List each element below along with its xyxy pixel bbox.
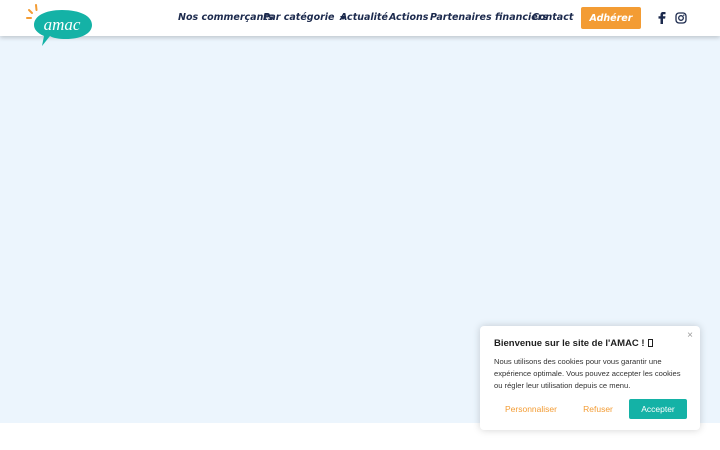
nav-item-par-categorie[interactable]: Par catégorie xyxy=(263,12,346,23)
adherer-button[interactable]: Adhérer xyxy=(581,7,641,29)
emoji-placeholder-icon xyxy=(647,339,653,347)
cookie-title-text: Bienvenue sur le site de l'AMAC ! xyxy=(494,338,645,349)
nav-item-actions[interactable]: Actions xyxy=(389,12,428,23)
instagram-icon[interactable] xyxy=(674,11,688,25)
site-header: amac Nos commerçants Par catégorie Actua… xyxy=(0,0,720,46)
cookie-banner: × Bienvenue sur le site de l'AMAC ! Nous… xyxy=(480,326,700,430)
nav-item-partenaires-financiers[interactable]: Partenaires financiers xyxy=(430,12,548,23)
personnaliser-button[interactable]: Personnaliser xyxy=(498,399,564,419)
nav-item-par-categorie-label: Par catégorie xyxy=(263,12,335,23)
logo-text: amac xyxy=(44,15,81,34)
cookie-message: Nous utilisons des cookies pour vous gar… xyxy=(494,357,681,390)
nav-item-nos-commercants[interactable]: Nos commerçants xyxy=(178,12,274,23)
nav-item-actualite[interactable]: Actualité xyxy=(340,12,388,23)
accepter-button[interactable]: Accepter xyxy=(629,399,687,419)
amac-logo[interactable]: amac xyxy=(26,4,96,50)
cookie-title: Bienvenue sur le site de l'AMAC ! xyxy=(494,338,653,349)
close-icon[interactable]: × xyxy=(687,331,693,341)
instagram-glyph xyxy=(675,12,687,24)
amac-logo-svg: amac xyxy=(26,4,92,46)
nav-item-contact[interactable]: Contact xyxy=(532,12,573,23)
facebook-icon[interactable] xyxy=(654,11,668,25)
refuser-button[interactable]: Refuser xyxy=(576,399,620,419)
facebook-glyph xyxy=(658,12,665,24)
